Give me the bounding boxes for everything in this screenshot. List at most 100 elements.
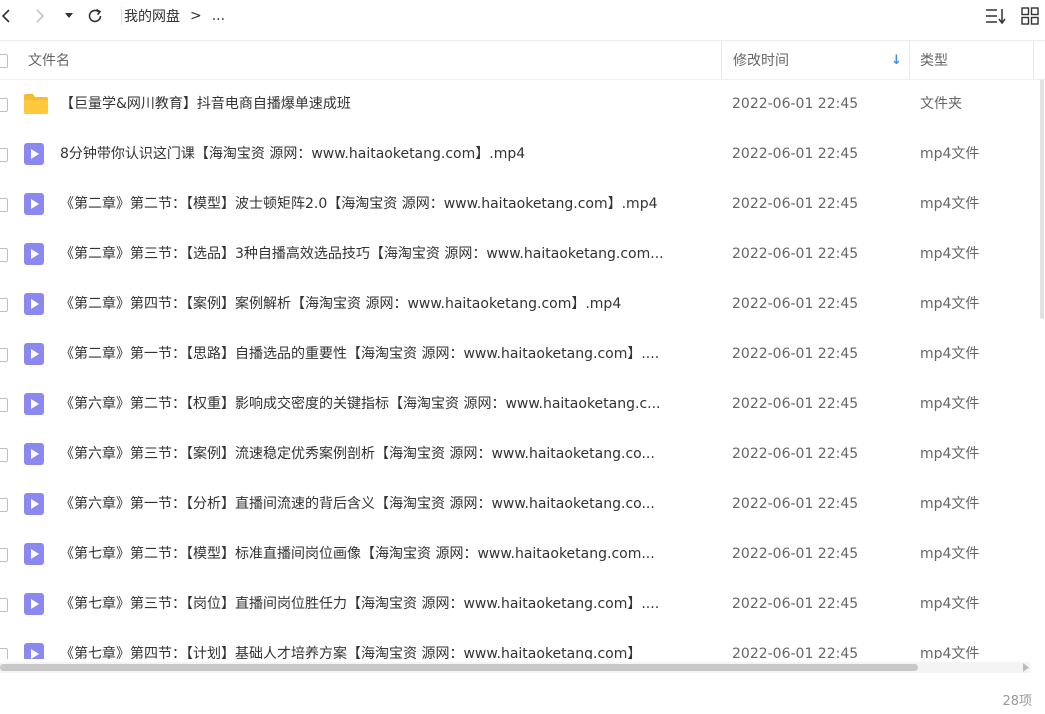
file-modified: 2022-06-01 22:45 bbox=[732, 296, 859, 312]
toolbar-divider bbox=[121, 7, 122, 25]
file-type: mp4文件 bbox=[920, 446, 980, 462]
file-name[interactable]: 《第六章》第二节：【权重】影响成交密度的关键指标【海淘宝资 源网：www.hai… bbox=[60, 379, 661, 429]
breadcrumb-separator: > bbox=[190, 8, 202, 24]
vertical-scrollbar-thumb[interactable] bbox=[1040, 79, 1044, 319]
scroll-right-arrow-icon[interactable] bbox=[1021, 662, 1031, 673]
file-modified: 2022-06-01 22:45 bbox=[732, 646, 859, 659]
video-file-icon bbox=[23, 142, 47, 166]
sort-list-icon bbox=[986, 9, 1006, 25]
video-file-icon bbox=[23, 242, 47, 266]
file-name[interactable]: 【巨量学&网川教育】抖音电商自播爆单速成班 bbox=[60, 79, 351, 129]
file-list-header: 文件名 修改时间 ↓ 类型 bbox=[0, 40, 1045, 80]
back-button[interactable] bbox=[0, 0, 14, 32]
file-type: mp4文件 bbox=[920, 146, 980, 162]
file-name[interactable]: 《第六章》第三节：【案例】流速稳定优秀案例剖析【海淘宝资 源网：www.hait… bbox=[60, 429, 655, 479]
file-name[interactable]: 8分钟带你认识这门课【海淘宝资 源网：www.haitaoketang.com】… bbox=[60, 129, 525, 179]
video-file-icon bbox=[23, 542, 47, 566]
file-type: mp4文件 bbox=[920, 646, 980, 659]
sort-button[interactable] bbox=[984, 0, 1008, 32]
column-header-type[interactable]: 类型 bbox=[920, 41, 948, 79]
row-checkbox[interactable] bbox=[0, 648, 8, 659]
file-type: mp4文件 bbox=[920, 396, 980, 412]
file-name[interactable]: 《第二章》第四节：【案例】案例解析【海淘宝资 源网：www.haitaoketa… bbox=[60, 279, 621, 329]
file-name[interactable]: 《第七章》第四节：【计划】基础人才培养方案【海淘宝资 源网：www.haitao… bbox=[60, 629, 641, 659]
column-header-modified[interactable]: 修改时间 bbox=[733, 41, 789, 79]
caret-down-icon bbox=[65, 13, 73, 18]
file-type: 文件夹 bbox=[920, 96, 962, 112]
row-checkbox[interactable] bbox=[0, 598, 8, 612]
file-row[interactable]: 《第二章》第二节：【模型】波士顿矩阵2.0【海淘宝资 源网：www.haitao… bbox=[0, 179, 1045, 229]
row-checkbox[interactable] bbox=[0, 548, 8, 562]
column-divider[interactable] bbox=[1033, 41, 1034, 79]
item-count: 28项 bbox=[1002, 694, 1032, 709]
select-all-checkbox[interactable] bbox=[0, 54, 8, 68]
file-modified: 2022-06-01 22:45 bbox=[732, 546, 859, 562]
file-name[interactable]: 《第七章》第二节：【模型】标准直播间岗位画像【海淘宝资 源网：www.haita… bbox=[60, 529, 655, 579]
file-name[interactable]: 《第二章》第一节：【思路】自播选品的重要性【海淘宝资 源网：www.haitao… bbox=[60, 329, 659, 379]
column-divider[interactable] bbox=[909, 41, 910, 79]
file-type: mp4文件 bbox=[920, 596, 980, 612]
file-type: mp4文件 bbox=[920, 346, 980, 362]
file-row[interactable]: 《第六章》第一节：【分析】直播间流速的背后含义【海淘宝资 源网：www.hait… bbox=[0, 479, 1045, 529]
vertical-scrollbar[interactable] bbox=[1040, 79, 1045, 639]
row-checkbox[interactable] bbox=[0, 298, 8, 312]
file-row[interactable]: 《第二章》第一节：【思路】自播选品的重要性【海淘宝资 源网：www.haitao… bbox=[0, 329, 1045, 379]
column-header-name[interactable]: 文件名 bbox=[28, 41, 70, 79]
row-checkbox[interactable] bbox=[0, 248, 8, 262]
file-row[interactable]: 《第二章》第四节：【案例】案例解析【海淘宝资 源网：www.haitaoketa… bbox=[0, 279, 1045, 329]
row-checkbox[interactable] bbox=[0, 98, 8, 112]
file-modified: 2022-06-01 22:45 bbox=[732, 446, 859, 462]
horizontal-scrollbar-thumb[interactable] bbox=[0, 664, 918, 671]
file-row[interactable]: 《第七章》第二节：【模型】标准直播间岗位画像【海淘宝资 源网：www.haita… bbox=[0, 529, 1045, 579]
row-checkbox[interactable] bbox=[0, 348, 8, 362]
toolbar: 我的网盘 > ... bbox=[0, 0, 1045, 38]
grid-view-icon bbox=[1021, 7, 1039, 25]
chevron-right-icon bbox=[36, 9, 45, 23]
row-checkbox[interactable] bbox=[0, 448, 8, 462]
file-row[interactable]: 《第七章》第三节：【岗位】直播间岗位胜任力【海淘宝资 源网：www.haitao… bbox=[0, 579, 1045, 629]
row-checkbox[interactable] bbox=[0, 498, 8, 512]
file-modified: 2022-06-01 22:45 bbox=[732, 596, 859, 612]
row-checkbox[interactable] bbox=[0, 398, 8, 412]
breadcrumb-root[interactable]: 我的网盘 bbox=[124, 6, 180, 26]
breadcrumb: 我的网盘 > ... bbox=[124, 0, 235, 32]
file-modified: 2022-06-01 22:45 bbox=[732, 346, 859, 362]
file-modified: 2022-06-01 22:45 bbox=[732, 96, 859, 112]
file-modified: 2022-06-01 22:45 bbox=[732, 246, 859, 262]
sort-down-icon[interactable]: ↓ bbox=[891, 41, 902, 79]
video-file-icon bbox=[23, 292, 47, 316]
folder-icon bbox=[23, 92, 48, 116]
file-type: mp4文件 bbox=[920, 246, 980, 262]
file-name[interactable]: 《第二章》第三节：【选品】3种自播高效选品技巧【海淘宝资 源网：www.hait… bbox=[60, 229, 664, 279]
breadcrumb-ellipsis[interactable]: ... bbox=[212, 8, 225, 24]
history-dropdown-button[interactable] bbox=[62, 0, 76, 32]
video-file-icon bbox=[23, 392, 47, 416]
video-file-icon bbox=[23, 492, 47, 516]
file-name[interactable]: 《第七章》第三节：【岗位】直播间岗位胜任力【海淘宝资 源网：www.haitao… bbox=[60, 579, 659, 629]
row-checkbox[interactable] bbox=[0, 198, 8, 212]
view-mode-button[interactable] bbox=[1019, 0, 1041, 32]
file-row[interactable]: 8分钟带你认识这门课【海淘宝资 源网：www.haitaoketang.com】… bbox=[0, 129, 1045, 179]
file-row[interactable]: 《第二章》第三节：【选品】3种自播高效选品技巧【海淘宝资 源网：www.hait… bbox=[0, 229, 1045, 279]
file-type: mp4文件 bbox=[920, 296, 980, 312]
file-row[interactable]: 《第六章》第二节：【权重】影响成交密度的关键指标【海淘宝资 源网：www.hai… bbox=[0, 379, 1045, 429]
forward-button[interactable] bbox=[30, 0, 48, 32]
file-list: 【巨量学&网川教育】抖音电商自播爆单速成班 2022-06-01 22:45 文… bbox=[0, 79, 1045, 659]
file-row[interactable]: 《第七章》第四节：【计划】基础人才培养方案【海淘宝资 源网：www.haitao… bbox=[0, 629, 1045, 659]
file-type: mp4文件 bbox=[920, 546, 980, 562]
video-file-icon bbox=[23, 442, 47, 466]
row-checkbox[interactable] bbox=[0, 148, 8, 162]
file-row[interactable]: 《第六章》第三节：【案例】流速稳定优秀案例剖析【海淘宝资 源网：www.hait… bbox=[0, 429, 1045, 479]
refresh-icon bbox=[88, 8, 102, 23]
file-modified: 2022-06-01 22:45 bbox=[732, 146, 859, 162]
horizontal-scrollbar[interactable] bbox=[0, 662, 1030, 673]
file-type: mp4文件 bbox=[920, 196, 980, 212]
refresh-button[interactable] bbox=[85, 0, 105, 32]
video-file-icon bbox=[23, 642, 47, 659]
file-row[interactable]: 【巨量学&网川教育】抖音电商自播爆单速成班 2022-06-01 22:45 文… bbox=[0, 79, 1045, 129]
file-name[interactable]: 《第六章》第一节：【分析】直播间流速的背后含义【海淘宝资 源网：www.hait… bbox=[60, 479, 655, 529]
column-divider[interactable] bbox=[721, 41, 722, 79]
file-name[interactable]: 《第二章》第二节：【模型】波士顿矩阵2.0【海淘宝资 源网：www.haitao… bbox=[60, 179, 658, 229]
file-modified: 2022-06-01 22:45 bbox=[732, 496, 859, 512]
file-type: mp4文件 bbox=[920, 496, 980, 512]
